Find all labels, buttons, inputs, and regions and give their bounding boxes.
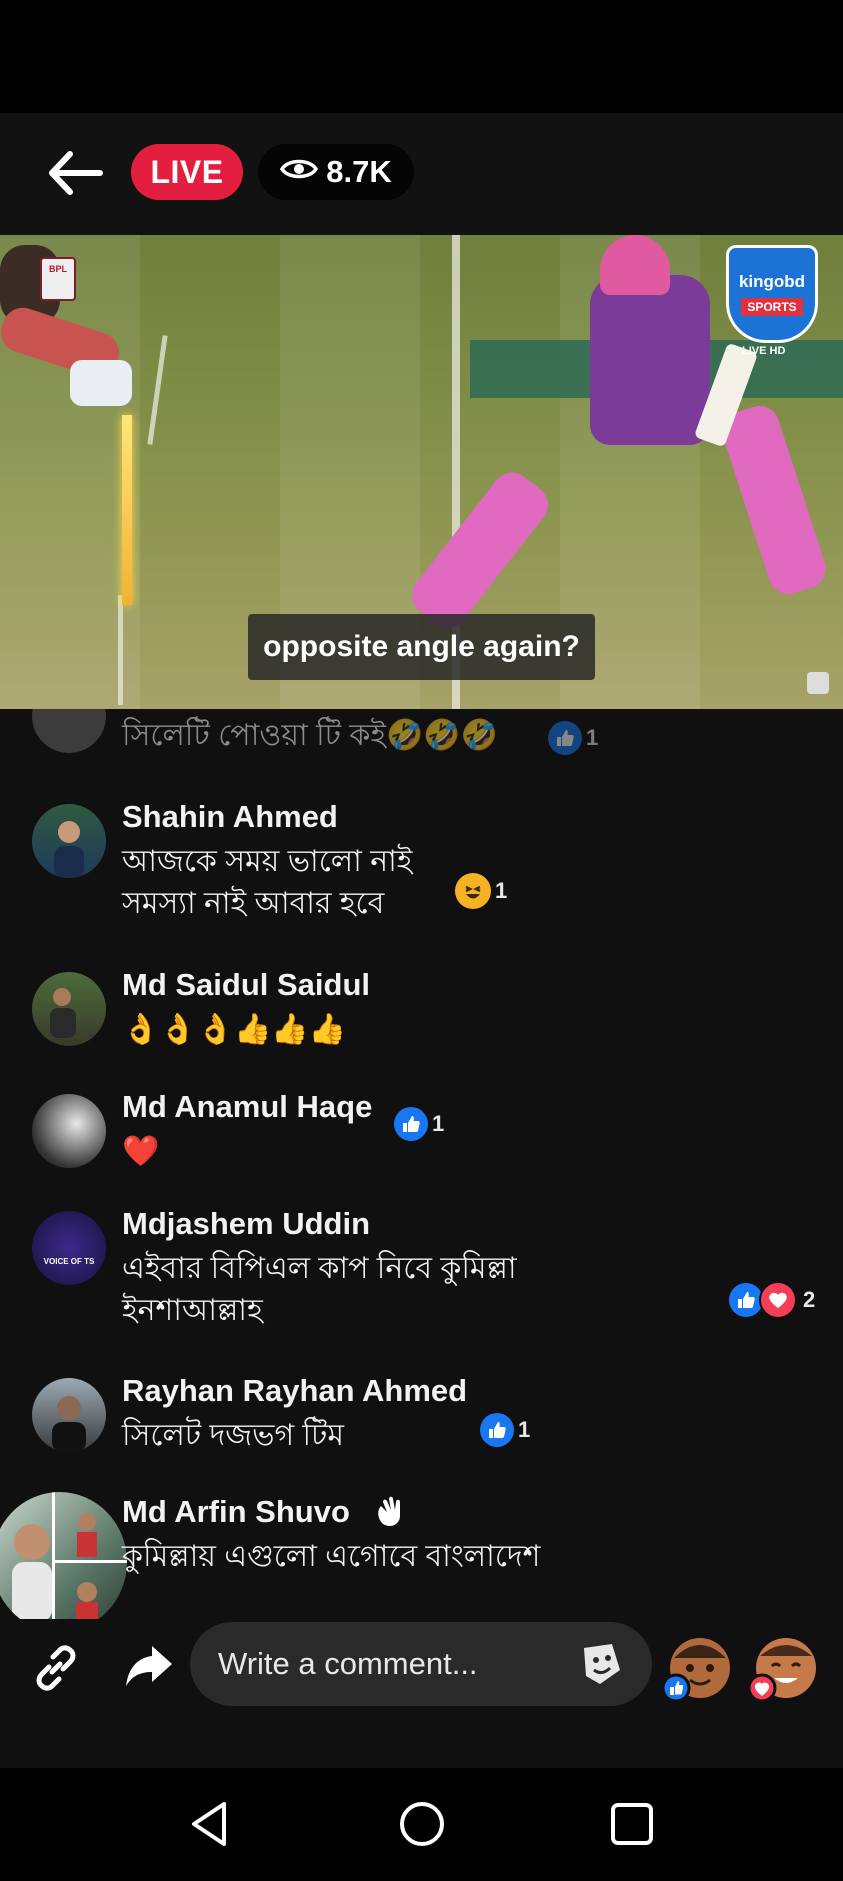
like-icon <box>548 721 582 755</box>
avatar[interactable] <box>32 1378 106 1452</box>
avatar[interactable] <box>32 709 106 753</box>
top-bar <box>0 113 843 235</box>
commenter-name[interactable]: Md Anamul Haqe <box>122 1089 372 1125</box>
comment-item: Md Arfin Shuvo কুমিল্লায় এগুলো এগোবে বা… <box>0 1492 843 1619</box>
waving-hand-icon <box>373 1494 409 1530</box>
love-icon <box>759 1281 797 1319</box>
avatar[interactable]: VOICE OF TS <box>32 1211 106 1285</box>
recents-square-icon[interactable] <box>606 1798 658 1850</box>
viewer-count-pill: 8.7K <box>258 144 414 200</box>
avatar[interactable] <box>32 1094 106 1168</box>
viewer-count: 8.7K <box>326 154 392 189</box>
channel-watermark-icon <box>807 672 829 694</box>
batsman <box>590 275 710 445</box>
comment-text: 👌👌👌👍👍👍 <box>122 1013 347 1046</box>
commenter-name[interactable]: Shahin Ahmed <box>122 799 338 835</box>
status-bar <box>0 0 843 113</box>
back-triangle-icon[interactable] <box>184 1798 236 1850</box>
love-reaction-face-icon[interactable] <box>746 1632 818 1704</box>
live-video[interactable]: BPL kingobd SPORTS LIVE HD opposite angl… <box>0 235 843 709</box>
comment-list[interactable]: সিলেটি পোওয়া টি কই🤣🤣🤣 1 Shahin Ahmed আজ… <box>0 709 843 1619</box>
stumps <box>122 415 132 605</box>
comment-text: সিলেট দজভগ টিম <box>122 1419 345 1452</box>
reaction-summary[interactable]: 1 <box>394 1107 444 1141</box>
avatar[interactable] <box>32 804 106 878</box>
comment-text-line-2: সমস্যা নাই আবার হবে <box>122 887 385 920</box>
comment-item: Md Saidul Saidul 👌👌👌👍👍👍 <box>0 967 843 1067</box>
link-icon[interactable] <box>28 1640 84 1696</box>
kingobd-sports-logo: kingobd SPORTS <box>726 245 818 343</box>
live-hd-tag: LIVE HD <box>742 345 786 357</box>
eye-icon <box>280 154 319 190</box>
comment-item: Rayhan Rayhan Ahmed সিলেট দজভগ টিম 1 <box>0 1373 843 1483</box>
reaction-summary[interactable]: 1 <box>455 873 507 909</box>
home-circle-icon[interactable] <box>396 1798 448 1850</box>
comment-item: Md Anamul Haqe ❤️ 1 <box>0 1089 843 1189</box>
comment-text: সিলেটি পোওয়া টি কই🤣🤣🤣 <box>122 719 499 752</box>
bpl-logo: BPL <box>40 257 76 301</box>
reaction-summary[interactable]: 1 <box>548 721 598 755</box>
sticker-icon[interactable] <box>578 1640 626 1688</box>
commenter-name[interactable]: Rayhan Rayhan Ahmed <box>122 1373 467 1409</box>
share-icon[interactable] <box>120 1638 176 1694</box>
comment-text-line-2: ইনশাআল্লাহ <box>122 1294 263 1327</box>
reaction-summary[interactable]: 2 <box>727 1281 815 1319</box>
comment-item: VOICE OF TS Mdjashem Uddin এইবার বিপিএল … <box>0 1206 843 1356</box>
comment-text: কুমিল্লায় এগুলো এগোবে বাংলাদেশ <box>122 1540 541 1573</box>
commenter-name[interactable]: Mdjashem Uddin <box>122 1206 370 1242</box>
avatar[interactable] <box>32 972 106 1046</box>
like-icon <box>480 1413 514 1447</box>
commenter-name[interactable]: Md Saidul Saidul <box>122 967 370 1003</box>
comment-item: Shahin Ahmed আজকে সময় ভালো নাই সমস্যা ন… <box>0 799 843 939</box>
live-badge: LIVE <box>131 144 243 200</box>
comment-text: ❤️ <box>122 1135 160 1168</box>
back-arrow-icon[interactable] <box>44 148 104 198</box>
comment-item: সিলেটি পোওয়া টি কই🤣🤣🤣 1 <box>0 709 843 759</box>
commenter-name[interactable]: Md Arfin Shuvo <box>122 1494 350 1530</box>
video-caption: opposite angle again? <box>248 614 595 680</box>
comment-text-line-1: এইবার বিপিএল কাপ নিবে কুমিল্লা <box>122 1252 517 1285</box>
like-icon <box>394 1107 428 1141</box>
reaction-summary[interactable]: 1 <box>480 1413 530 1447</box>
laugh-reaction-icon <box>455 873 491 909</box>
like-reaction-face-icon[interactable] <box>660 1632 732 1704</box>
avatar[interactable] <box>0 1492 127 1619</box>
comment-text-line-1: আজকে সময় ভালো নাই <box>122 845 413 878</box>
